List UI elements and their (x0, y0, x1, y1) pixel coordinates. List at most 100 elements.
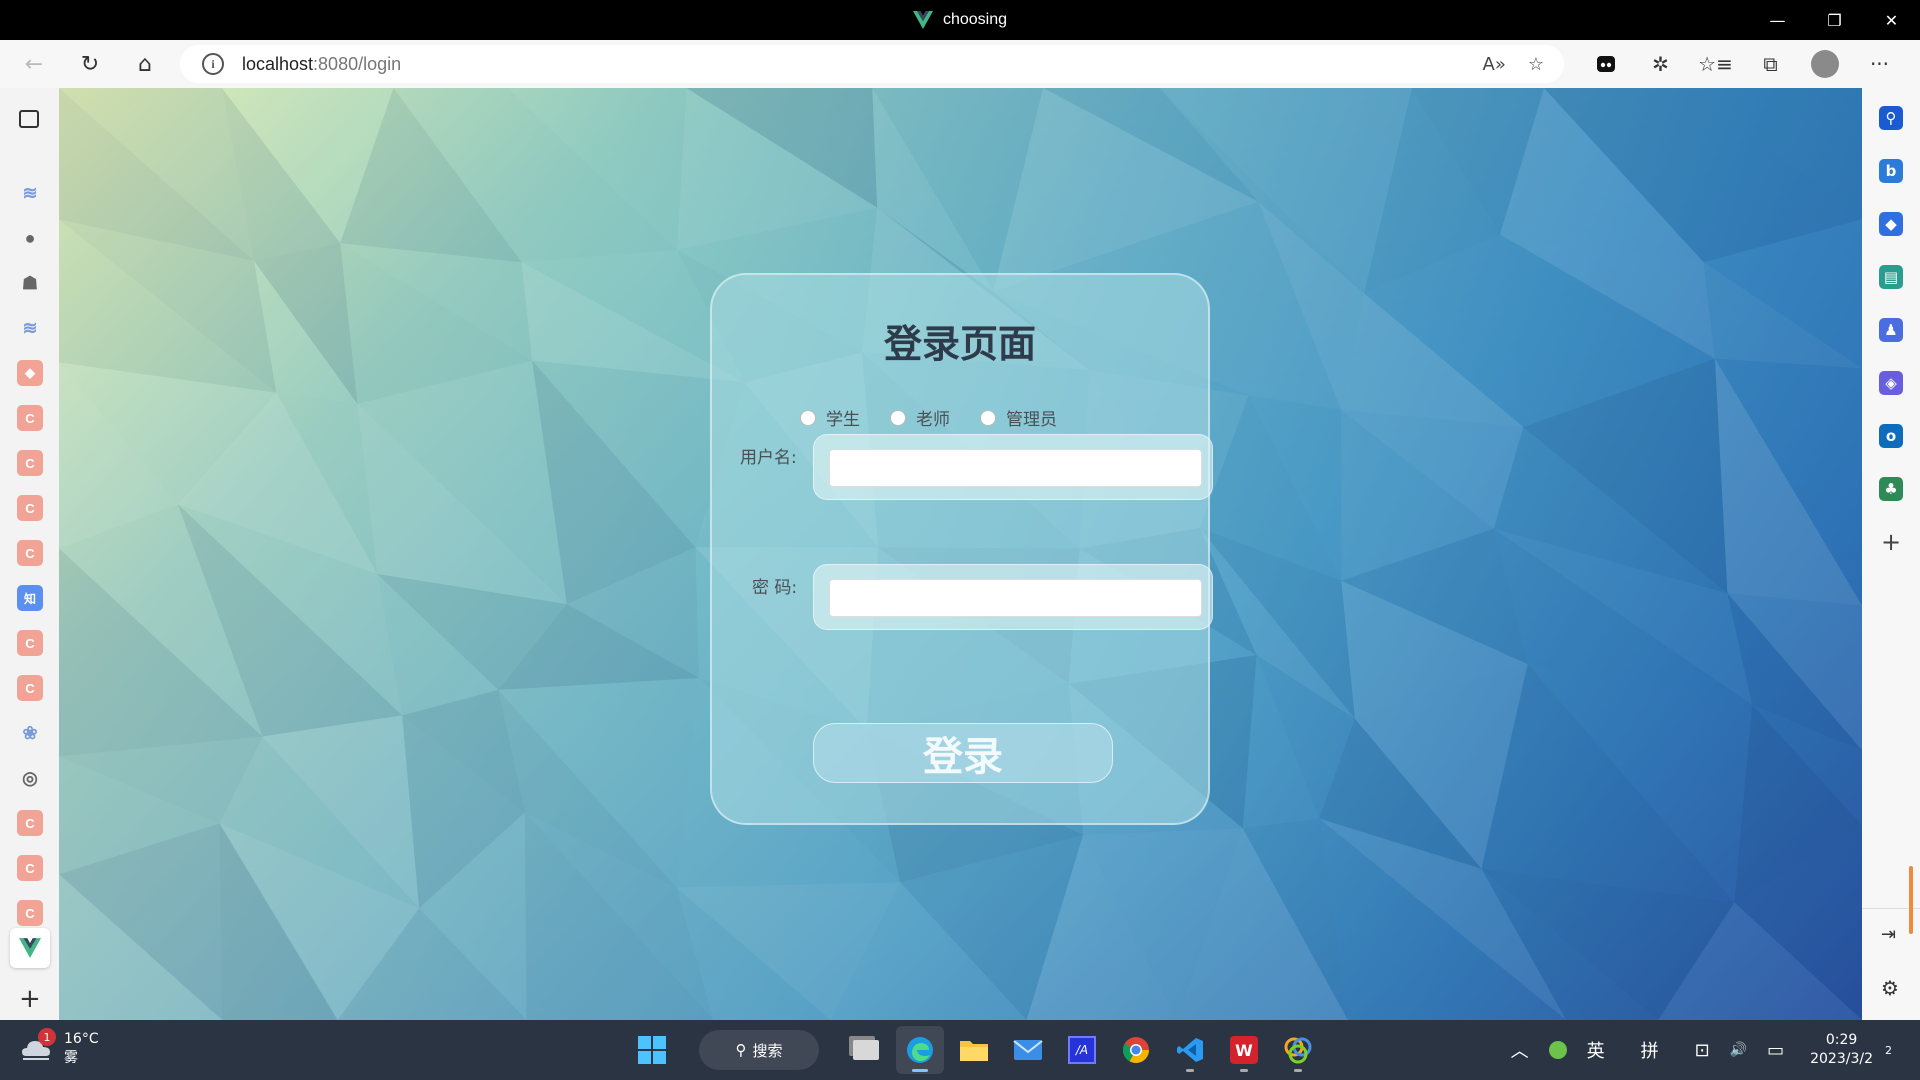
edge-taskbar-icon[interactable] (896, 1026, 944, 1074)
close-button[interactable]: ✕ (1863, 0, 1920, 40)
extensions-icon[interactable]: ✲ (1633, 52, 1688, 76)
csdn-icon[interactable]: C (17, 450, 43, 476)
games-icon[interactable]: ♟ (1879, 318, 1903, 342)
username-field-wrapper (813, 434, 1213, 500)
radio-dot[interactable] (890, 409, 906, 426)
task-view-icon[interactable] (842, 1026, 890, 1074)
clock[interactable]: 0:29 2023/3/2 (1810, 1031, 1873, 1069)
windows-taskbar: 1 16°C 雾 ⚲ 搜索 /A W ︿ 英 拼 ⊡ 🔊 ▭ 0:29 2023/… (0, 1020, 1920, 1080)
search-icon: ⚲ (735, 1041, 747, 1059)
back-button[interactable]: ← (14, 40, 54, 88)
radio-dot[interactable] (800, 409, 816, 426)
site-info-icon[interactable]: i (202, 53, 224, 75)
favorites-icon[interactable]: ☆≡ (1688, 52, 1743, 76)
csdn-icon[interactable]: C (17, 855, 43, 881)
vertical-tab-strip: + ≋ ● ☗ ≋ ◆ C C C C 知 C C ❀ ◎ C C C (0, 88, 59, 1020)
vue-logo-icon (19, 938, 41, 958)
url-text[interactable]: localhost:8080/login (242, 54, 401, 75)
login-button[interactable]: 登录 (813, 723, 1113, 783)
address-bar[interactable]: i localhost:8080/login A» ☆ (180, 45, 1564, 83)
csdn-icon[interactable]: C (17, 630, 43, 656)
outlook-icon[interactable]: o (1879, 424, 1903, 448)
add-favorite-icon[interactable]: ☆ (1528, 54, 1544, 75)
password-input[interactable] (829, 579, 1202, 617)
csdn-icon[interactable]: C (17, 675, 43, 701)
window-title: choosing (0, 0, 1920, 40)
robot-icon[interactable]: ☗ (17, 270, 43, 296)
csdn-icon[interactable]: C (17, 495, 43, 521)
tab-actions-icon[interactable] (1578, 55, 1633, 73)
more-menu-icon[interactable]: ··· (1852, 52, 1907, 76)
zhihu-icon[interactable]: 知 (17, 585, 43, 611)
username-label: 用户名: (740, 448, 797, 468)
sidebar-add-button[interactable]: + (1881, 528, 1901, 556)
chrome-like-icon[interactable]: ◎ (17, 765, 43, 791)
weather-notification-badge: 1 (38, 1028, 56, 1046)
battery-icon[interactable]: ▭ (1767, 1040, 1784, 1061)
login-card: 登录页面 学生 老师 管理员 用户名: 密 码: 登录 (710, 273, 1213, 825)
home-button[interactable]: ⌂ (125, 40, 165, 88)
volume-icon[interactable]: 🔊 (1730, 1042, 1747, 1058)
browser-toolbar: ← ↻ ⌂ i localhost:8080/login A» ☆ ✲ ☆≡ ⧉… (0, 40, 1920, 88)
app-colorful-icon[interactable] (1274, 1026, 1322, 1074)
tab-active-choosing[interactable] (10, 928, 50, 968)
read-aloud-icon[interactable]: A» (1483, 54, 1506, 75)
collections-icon[interactable]: ⧉ (1743, 52, 1798, 76)
ime-mode-indicator[interactable]: 拼 (1641, 1037, 1659, 1063)
cloud-icon: 1 (20, 1028, 56, 1062)
csdn-icon[interactable]: C (17, 810, 43, 836)
chrome-icon[interactable] (1112, 1026, 1160, 1074)
csdn-icon[interactable]: C (17, 900, 43, 926)
office-icon[interactable]: ◈ (1879, 371, 1903, 395)
network-icon[interactable]: ⊡ (1695, 1040, 1710, 1061)
system-tray: ︿ 英 拼 ⊡ 🔊 ▭ 0:29 2023/3/2 2 (1501, 1020, 1920, 1080)
edge-sidebar: + ⇥ ⚙ ⚲ b ◆ ▤ ♟ ◈ o ♣ (1862, 88, 1920, 1020)
github-icon[interactable]: ● (17, 225, 43, 251)
app-blue-icon[interactable]: /A (1058, 1026, 1106, 1074)
file-explorer-icon[interactable] (950, 1026, 998, 1074)
mail-icon[interactable] (1004, 1026, 1052, 1074)
tree-icon[interactable]: ♣ (1879, 477, 1903, 501)
username-input[interactable] (829, 449, 1202, 487)
taskbar-search[interactable]: ⚲ 搜索 (699, 1030, 819, 1070)
csdn-icon[interactable]: C (17, 405, 43, 431)
weather-desc: 雾 (64, 1050, 78, 1066)
vscode-icon[interactable] (1166, 1026, 1214, 1074)
notification-count[interactable]: 2 (1885, 1044, 1892, 1057)
git-icon[interactable]: ◆ (17, 360, 43, 386)
weather-temp: 16°C (64, 1031, 99, 1047)
refresh-button[interactable]: ↻ (70, 40, 110, 88)
tray-app-icon[interactable] (1548, 1041, 1567, 1059)
weather-widget[interactable]: 1 16°C 雾 (20, 1028, 99, 1068)
role-admin-radio[interactable]: 管理员 (980, 405, 1057, 430)
radio-dot[interactable] (980, 409, 996, 426)
restore-button[interactable]: ❐ (1806, 0, 1863, 40)
tray-expand-icon[interactable]: ︿ (1511, 1037, 1529, 1063)
role-student-radio[interactable]: 学生 (800, 405, 860, 430)
layers-icon[interactable]: ≋ (17, 180, 43, 206)
sidebar-split-icon[interactable]: ⇥ (1881, 924, 1896, 945)
tag-icon[interactable]: ◆ (1879, 212, 1903, 236)
toolbox-icon[interactable]: ▤ (1879, 265, 1903, 289)
new-tab-button[interactable]: + (19, 984, 41, 1014)
role-radio-group: 学生 老师 管理员 (800, 405, 1087, 430)
sidebar-scroll-indicator (1909, 866, 1913, 934)
minimize-button[interactable]: — (1749, 0, 1806, 40)
login-title: 登录页面 (883, 322, 1036, 366)
wps-icon[interactable]: W (1220, 1026, 1268, 1074)
csdn-icon[interactable]: C (17, 540, 43, 566)
sidebar-settings-icon[interactable]: ⚙ (1881, 976, 1899, 1000)
start-button[interactable] (628, 1026, 676, 1074)
windows-logo-icon (638, 1036, 666, 1064)
layers-icon[interactable]: ≋ (17, 315, 43, 341)
role-teacher-radio[interactable]: 老师 (890, 405, 950, 430)
bing-icon[interactable]: b (1879, 159, 1903, 183)
tab-panel-toggle-icon[interactable] (19, 110, 39, 128)
profile-avatar[interactable] (1811, 50, 1839, 78)
ime-lang-indicator[interactable]: 英 (1587, 1037, 1605, 1063)
search-icon[interactable]: ⚲ (1879, 106, 1903, 130)
baidu-paw-icon[interactable]: ❀ (17, 720, 43, 746)
password-field-wrapper (813, 564, 1213, 630)
window-title-bar: choosing — ❐ ✕ (0, 0, 1920, 40)
vue-logo-icon (912, 11, 933, 29)
